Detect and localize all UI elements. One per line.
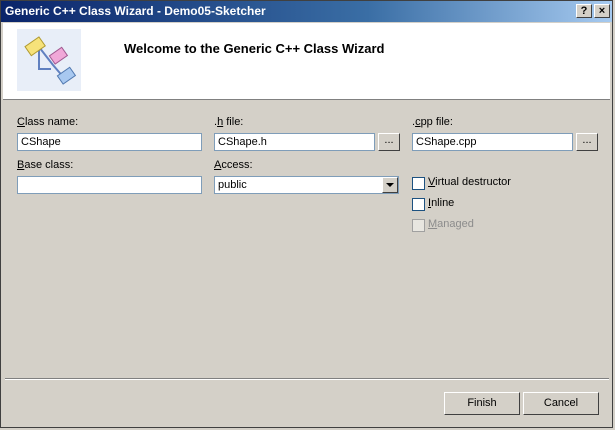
- class-name-input[interactable]: CShape: [17, 133, 202, 151]
- h-file-browse-button[interactable]: ...: [378, 133, 400, 151]
- class-diagram-icon: [17, 29, 81, 91]
- wizard-header: Welcome to the Generic C++ Class Wizard: [3, 23, 610, 100]
- help-button[interactable]: ?: [576, 4, 592, 18]
- inline-label[interactable]: Inline: [428, 197, 454, 209]
- virtual-destructor-label[interactable]: Virtual destructor: [428, 176, 511, 188]
- cpp-file-input[interactable]: CShape.cpp: [412, 133, 573, 151]
- h-file-input[interactable]: CShape.h: [214, 133, 375, 151]
- access-dropdown[interactable]: public: [214, 176, 399, 194]
- wizard-title: Welcome to the Generic C++ Class Wizard: [124, 41, 385, 56]
- close-button[interactable]: ×: [594, 4, 610, 18]
- chevron-down-icon[interactable]: [382, 177, 398, 193]
- cpp-file-browse-button[interactable]: ...: [576, 133, 598, 151]
- finish-button[interactable]: Finish: [444, 392, 520, 415]
- cancel-button[interactable]: Cancel: [523, 392, 599, 415]
- title-bar[interactable]: Generic C++ Class Wizard - Demo05-Sketch…: [1, 1, 612, 22]
- access-label: Access:: [214, 159, 253, 171]
- managed-label: Managed: [428, 218, 474, 230]
- virtual-destructor-checkbox[interactable]: [412, 177, 425, 190]
- base-class-input[interactable]: [17, 176, 202, 194]
- class-wizard-window: Generic C++ Class Wizard - Demo05-Sketch…: [0, 0, 613, 428]
- access-selected-value: public: [218, 179, 247, 191]
- bottom-separator: [5, 378, 609, 380]
- window-title: Generic C++ Class Wizard - Demo05-Sketch…: [5, 4, 266, 18]
- cpp-file-label: .cpp file:: [412, 116, 453, 128]
- inline-checkbox[interactable]: [412, 198, 425, 211]
- class-name-label: Class name:: [17, 116, 79, 128]
- managed-checkbox: [412, 219, 425, 232]
- base-class-label: Base class:: [17, 159, 74, 171]
- h-file-label: .h file:: [214, 116, 244, 128]
